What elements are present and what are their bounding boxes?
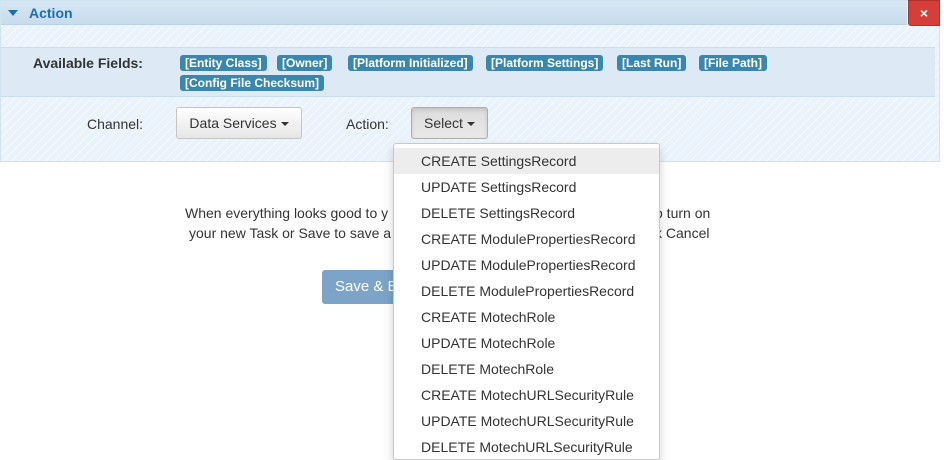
dropdown-item[interactable]: DELETE MotechURLSecurityRule <box>394 434 659 459</box>
channel-dropdown-button[interactable]: Data Services <box>176 107 302 139</box>
dropdown-item[interactable]: UPDATE MotechURLSecurityRule <box>394 408 659 434</box>
field-tag-file-path[interactable]: [File Path] <box>699 55 768 71</box>
dropdown-item[interactable]: UPDATE MotechRole <box>394 330 659 356</box>
close-button[interactable]: × <box>908 0 940 26</box>
dropdown-item[interactable]: CREATE MotechURLSecurityRule <box>394 382 659 408</box>
field-tag-owner[interactable]: [Owner] <box>277 55 333 71</box>
dropdown-item[interactable]: UPDATE SettingsRecord <box>394 174 659 200</box>
field-tag-last-run[interactable]: [Last Run] <box>617 55 687 71</box>
action-dropdown-button[interactable]: Select <box>411 107 488 139</box>
help-text-line2-left: your new Task or Save to save a <box>189 225 392 241</box>
action-label: Action: <box>346 116 389 132</box>
dropdown-item[interactable]: CREATE ModulePropertiesRecord <box>394 226 659 252</box>
panel-title: Action <box>29 5 73 21</box>
action-panel: Action Available Fields: [Entity Class] … <box>0 0 940 162</box>
collapse-caret-icon[interactable] <box>8 10 18 16</box>
channel-value: Data Services <box>189 115 277 131</box>
field-tag-config-file-checksum[interactable]: [Config File Checksum] <box>180 75 325 91</box>
dropdown-item[interactable]: CREATE SettingsRecord <box>394 148 659 174</box>
dropdown-item[interactable]: DELETE MotechRole <box>394 356 659 382</box>
dropdown-item[interactable]: CREATE MotechRole <box>394 304 659 330</box>
chevron-down-icon <box>280 122 289 127</box>
available-fields-label: Available Fields: <box>33 55 143 71</box>
action-value: Select <box>424 115 463 131</box>
action-dropdown-menu: CREATE SettingsRecord UPDATE SettingsRec… <box>393 143 660 460</box>
help-text-line1-right: o turn on <box>655 205 711 221</box>
help-text-line2-right: k Cancel <box>655 225 710 241</box>
field-tag-platform-settings[interactable]: [Platform Settings] <box>486 55 604 71</box>
dropdown-item[interactable]: UPDATE ModulePropertiesRecord <box>394 252 659 278</box>
chevron-down-icon <box>466 122 475 127</box>
channel-label: Channel: <box>87 116 144 132</box>
dropdown-item[interactable]: DELETE SettingsRecord <box>394 200 659 226</box>
dropdown-item[interactable]: DELETE ModulePropertiesRecord <box>394 278 659 304</box>
field-tag-entity-class[interactable]: [Entity Class] <box>180 55 267 71</box>
field-tag-platform-initialized[interactable]: [Platform Initialized] <box>348 55 473 71</box>
help-text-line1-left: When everything looks good to y <box>185 205 389 221</box>
action-panel-header[interactable]: Action <box>1 1 907 25</box>
